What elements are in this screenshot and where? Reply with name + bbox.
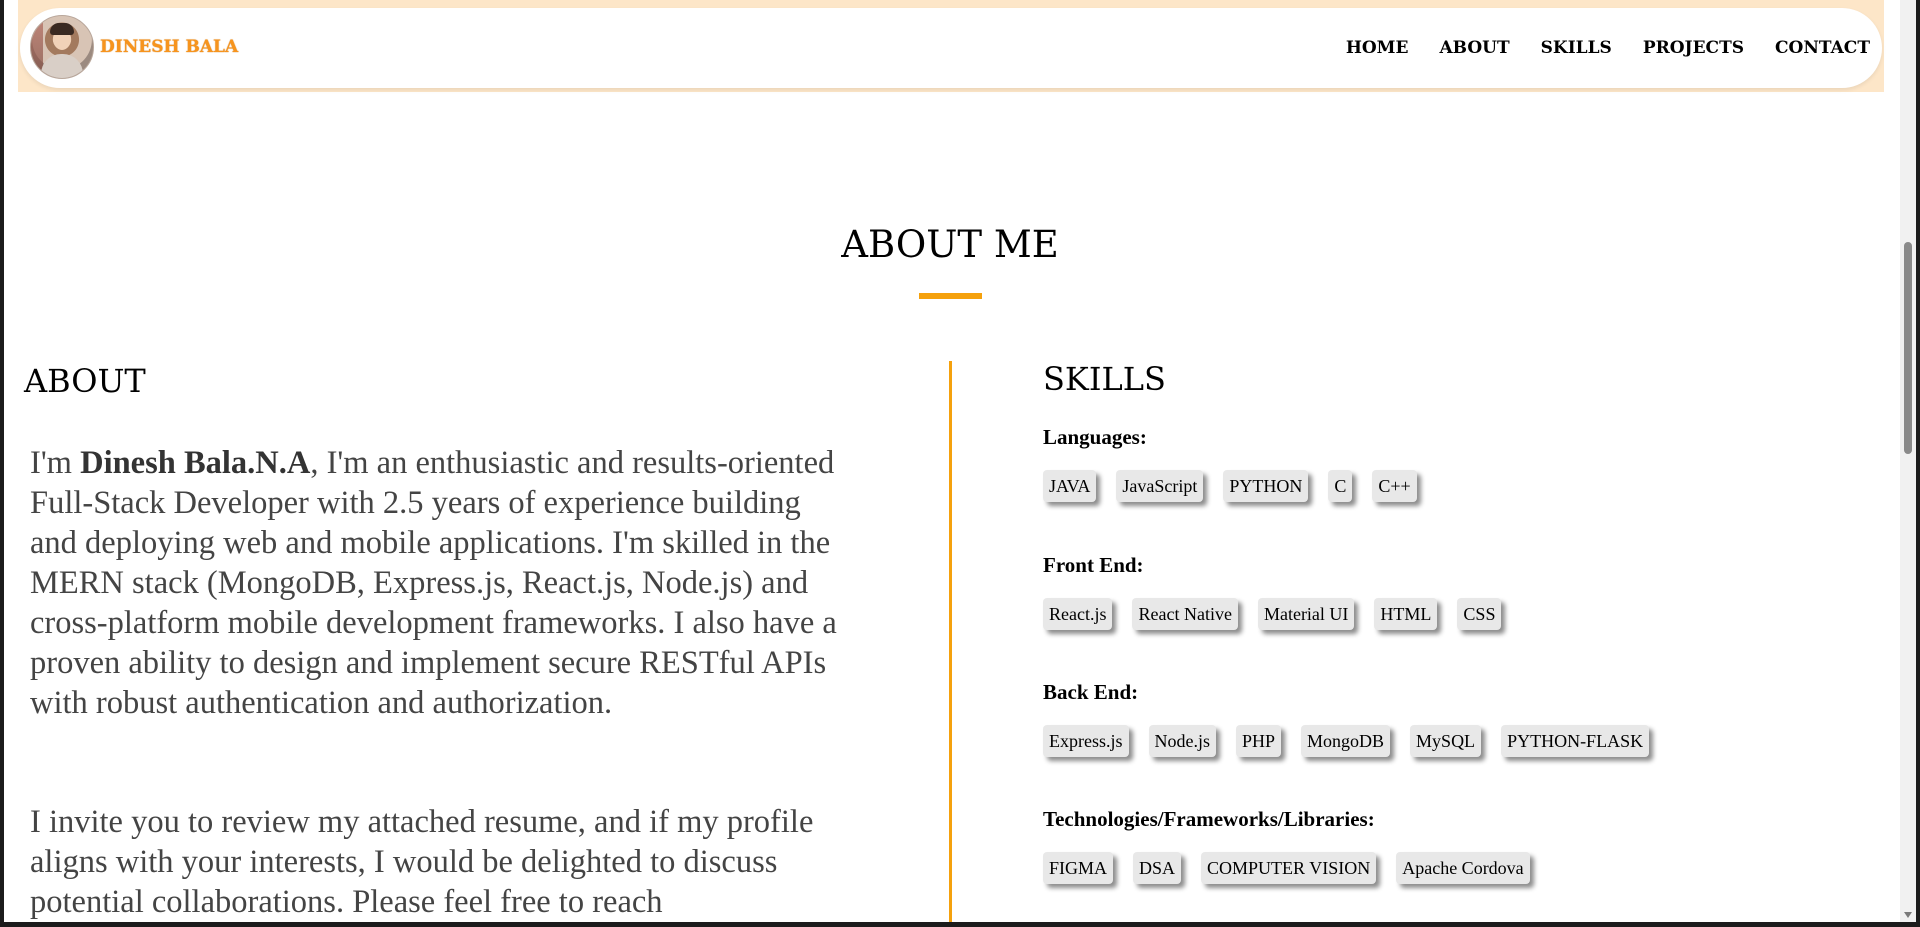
nav-contact[interactable]: CONTACT xyxy=(1775,38,1870,58)
skill-group-label: Languages: xyxy=(1043,425,1147,449)
skill-chip-java[interactable]: JAVA xyxy=(1043,470,1097,502)
skill-chip-figma[interactable]: FIGMA xyxy=(1043,852,1114,884)
skill-chip-expressjs[interactable]: Express.js xyxy=(1043,725,1129,757)
skill-chip-javascript[interactable]: JavaScript xyxy=(1116,470,1204,502)
title-underline xyxy=(919,293,982,299)
about-intro-rest: , I'm an enthusiastic and results-orient… xyxy=(30,445,837,721)
section-title: ABOUT ME xyxy=(841,223,1059,266)
skill-chip-c[interactable]: C xyxy=(1328,470,1353,502)
skill-chip-python[interactable]: PYTHON xyxy=(1223,470,1309,502)
navbar: DINESH BALA HOME ABOUT SKILLS PROJECTS C… xyxy=(20,8,1882,88)
nav-skills[interactable]: SKILLS xyxy=(1541,38,1612,58)
skill-group-label: Back End: xyxy=(1043,680,1139,704)
skill-chip-reactjs[interactable]: React.js xyxy=(1043,598,1113,630)
skill-chip-apache-cordova[interactable]: Apache Cordova xyxy=(1396,852,1530,884)
skill-chip-react-native[interactable]: React Native xyxy=(1132,598,1238,630)
column-divider xyxy=(949,361,952,927)
profile-avatar[interactable] xyxy=(30,15,94,79)
skill-group-back-end: Back End: Express.js Node.js PHP MongoDB MyS… xyxy=(1043,680,1650,757)
avatar-hair xyxy=(50,23,74,35)
about-intro-prefix: I'm xyxy=(30,445,81,481)
page-scrollbar[interactable] xyxy=(1900,0,1916,922)
skill-chips: FIGMA DSA COMPUTER VISION Apache Cordova xyxy=(1043,852,1550,884)
scroll-down-arrow-icon[interactable] xyxy=(1904,912,1912,918)
nav-projects[interactable]: PROJECTS xyxy=(1643,38,1744,58)
about-heading: ABOUT xyxy=(24,362,146,400)
skill-chip-css[interactable]: CSS xyxy=(1457,598,1502,630)
about-paragraph-2: I invite you to review my attached resum… xyxy=(30,804,814,920)
about-name: Dinesh Bala.N.A xyxy=(80,445,311,481)
nav-about[interactable]: ABOUT xyxy=(1439,38,1509,58)
skill-chip-material-ui[interactable]: Material UI xyxy=(1257,598,1355,630)
skill-chip-mysql[interactable]: MySQL xyxy=(1410,725,1482,757)
avatar-shirt xyxy=(41,54,83,78)
skill-group-label: Technologies/Frameworks/Libraries: xyxy=(1043,807,1375,831)
brand-name[interactable]: DINESH BALA xyxy=(100,37,238,57)
skill-chip-dsa[interactable]: DSA xyxy=(1133,852,1182,884)
scrollbar-thumb[interactable] xyxy=(1904,242,1912,454)
skill-chips: Express.js Node.js PHP MongoDB MySQL PYTHON-F… xyxy=(1043,725,1669,757)
skills-heading: SKILLS xyxy=(1043,360,1166,398)
skill-chips: JAVA JavaScript PYTHON C C++ xyxy=(1043,470,1437,502)
nav-home[interactable]: HOME xyxy=(1346,38,1409,58)
skill-group-technologies: Technologies/Frameworks/Libraries: FIGMA… xyxy=(1043,807,1530,884)
skill-group-front-end: Front End: React.js React Native Material … xyxy=(1043,553,1502,630)
about-paragraph: I'm Dinesh Bala.N.A, I'm an enthusiastic… xyxy=(30,443,852,723)
header-band: DINESH BALA HOME ABOUT SKILLS PROJECTS C… xyxy=(18,0,1884,92)
skill-group-label: Front End: xyxy=(1043,553,1144,577)
skill-chip-cpp[interactable]: C++ xyxy=(1372,470,1417,502)
skill-chip-mongodb[interactable]: MongoDB xyxy=(1301,725,1391,757)
skill-chips: React.js React Native Material UI HTML CSS xyxy=(1043,598,1521,630)
skill-group-languages: Languages: JAVA JavaScript PYTHON C C++ xyxy=(1043,425,1417,502)
skill-chip-nodejs[interactable]: Node.js xyxy=(1148,725,1216,757)
skill-chip-php[interactable]: PHP xyxy=(1236,725,1282,757)
nav-menu: HOME ABOUT SKILLS PROJECTS CONTACT xyxy=(1315,38,1870,58)
skill-chip-python-flask[interactable]: PYTHON-FLASK xyxy=(1501,725,1650,757)
skill-chip-html[interactable]: HTML xyxy=(1374,598,1438,630)
skill-chip-computer-vision[interactable]: COMPUTER VISION xyxy=(1201,852,1377,884)
